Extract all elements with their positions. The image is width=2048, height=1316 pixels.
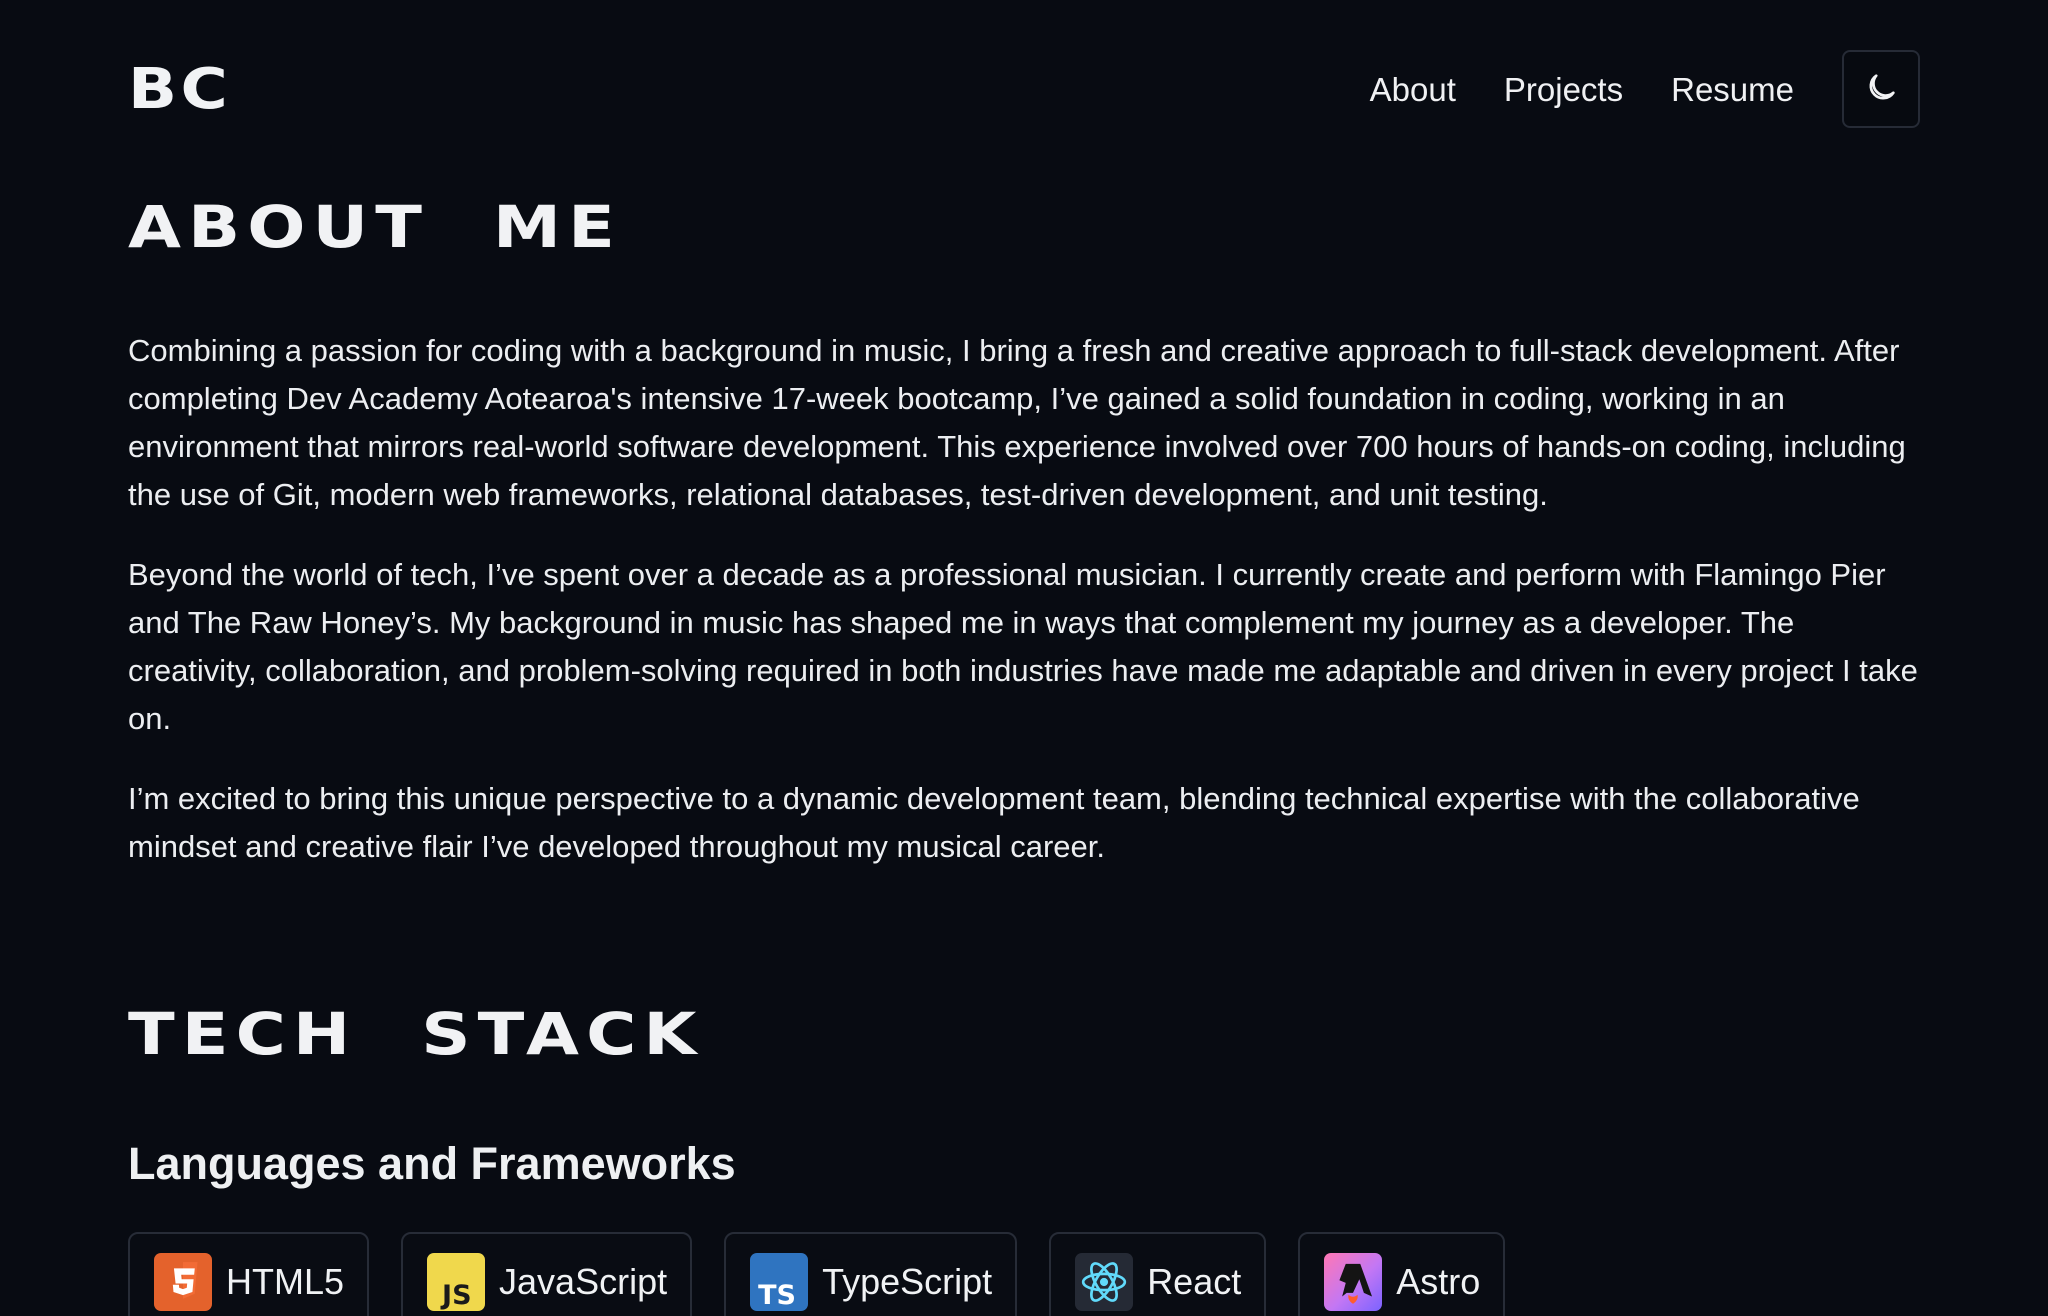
typescript-icon: TS <box>750 1253 809 1311</box>
tech-item-label: JavaScript <box>499 1261 668 1302</box>
site-logo[interactable]: BC <box>128 62 231 118</box>
nav-link-projects[interactable]: Projects <box>1504 73 1623 106</box>
tech-stack-title: TECH STACK <box>128 1000 704 1068</box>
nav-link-resume[interactable]: Resume <box>1671 73 1794 106</box>
languages-frameworks-heading: Languages and Frameworks <box>128 1138 736 1189</box>
tech-item-react: React <box>1049 1232 1267 1316</box>
tech-item-javascript: JS JavaScript <box>401 1232 693 1316</box>
react-icon <box>1075 1253 1134 1311</box>
tech-item-label: Astro <box>1396 1261 1481 1302</box>
theme-toggle-button[interactable] <box>1842 50 1920 128</box>
tech-stack-list: HTML5 JS JavaScript TS TypeScript React … <box>128 1232 1506 1316</box>
about-me-title: ABOUT ME <box>128 193 622 261</box>
about-me-copy: Combining a passion for coding with a ba… <box>128 327 1918 903</box>
tech-item-typescript: TS TypeScript <box>724 1232 1018 1316</box>
html5-icon <box>154 1253 212 1311</box>
tech-item-label: React <box>1147 1261 1242 1302</box>
main-navigation: About Projects Resume <box>1370 50 1920 128</box>
about-paragraph-2: Beyond the world of tech, I’ve spent ove… <box>128 557 1918 736</box>
tech-item-html5: HTML5 <box>128 1232 370 1316</box>
astro-icon <box>1324 1253 1383 1311</box>
about-paragraph-3: I’m excited to bring this unique perspec… <box>128 781 1860 864</box>
moon-icon <box>1863 70 1899 109</box>
tech-item-label: TypeScript <box>822 1261 993 1302</box>
portfolio-page: BC About Projects Resume ABOUT ME Combin… <box>0 0 2048 1316</box>
about-paragraph-1: Combining a passion for coding with a ba… <box>128 333 1906 512</box>
javascript-icon: JS <box>427 1253 486 1311</box>
nav-link-about[interactable]: About <box>1370 73 1456 106</box>
site-header: BC About Projects Resume <box>128 48 1920 130</box>
tech-item-label: HTML5 <box>226 1261 345 1302</box>
tech-item-astro: Astro <box>1298 1232 1506 1316</box>
